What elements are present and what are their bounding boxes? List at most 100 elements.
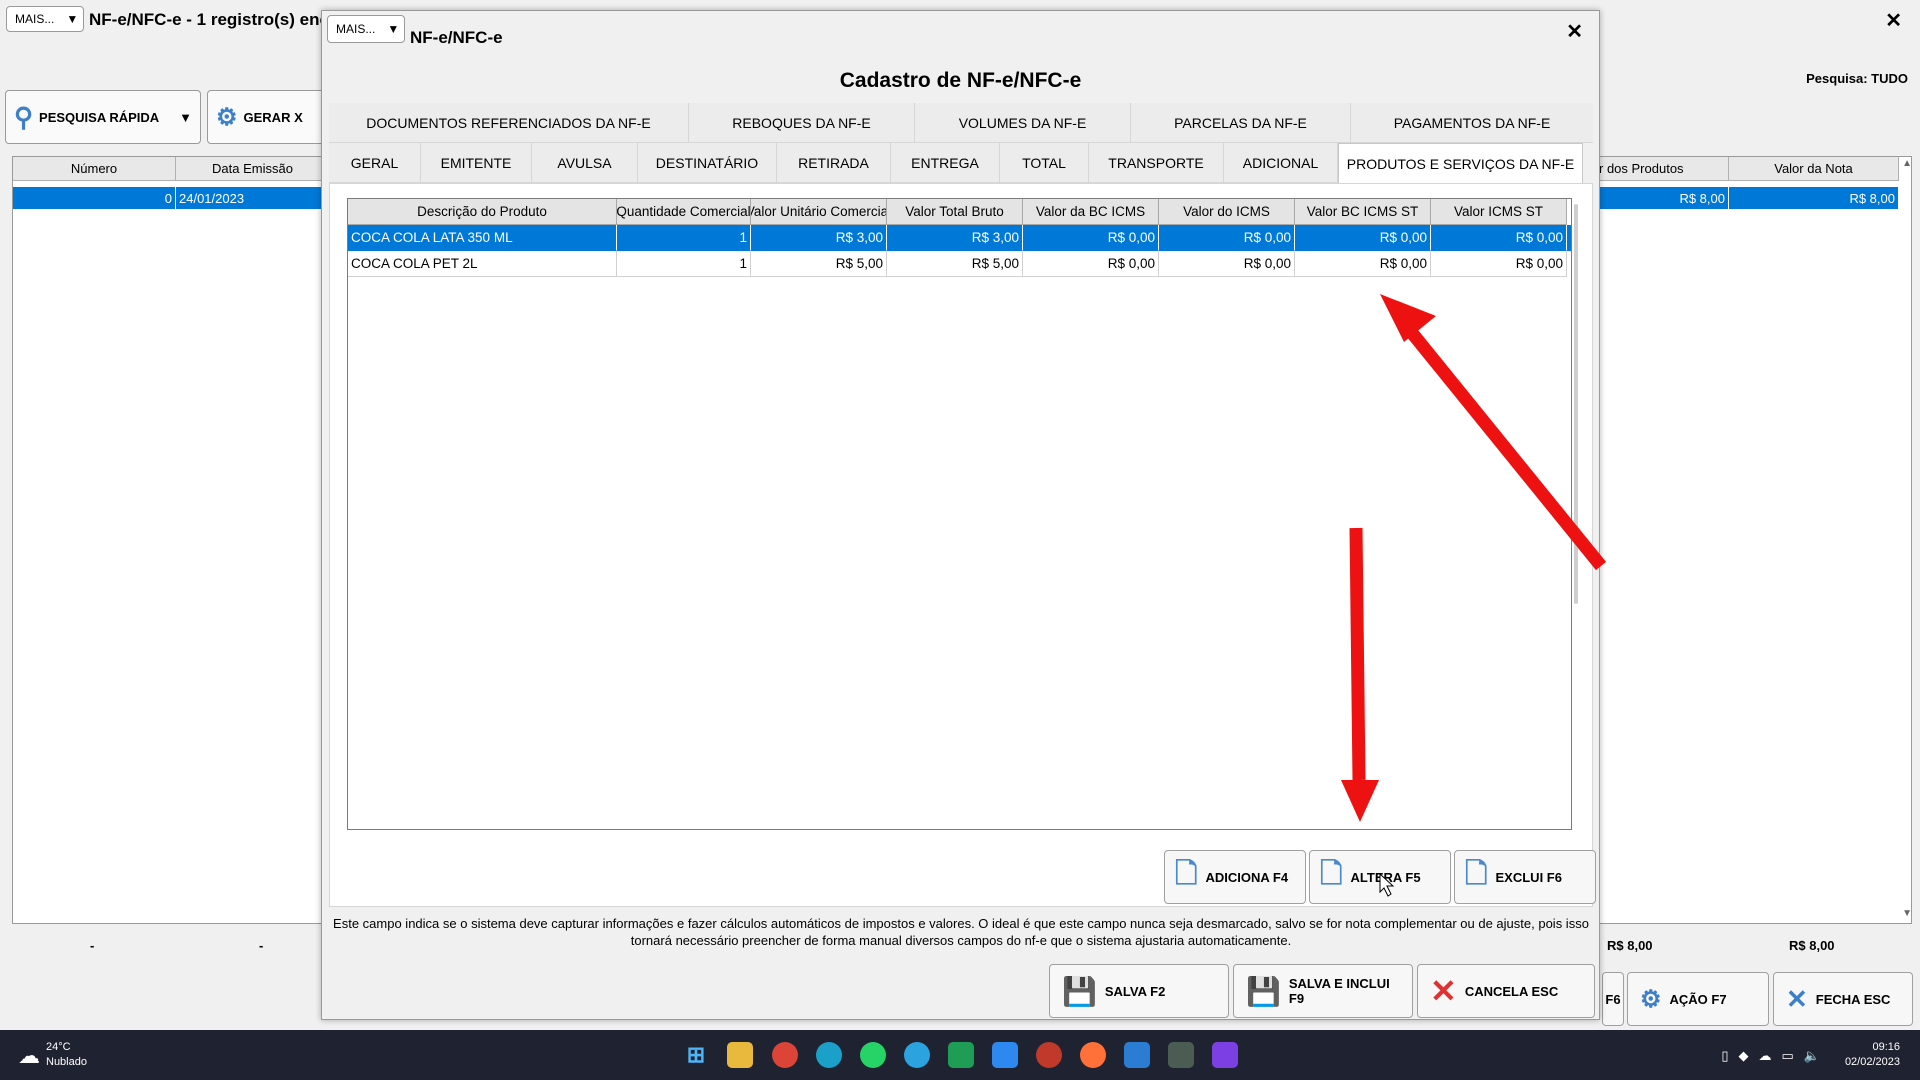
salva-button[interactable]: 💾 SALVA F2 [1049,964,1229,1018]
network-icon: ▭ [1781,1048,1794,1063]
tab-parcelas[interactable]: PARCELAS DA NF-E [1131,103,1351,143]
chrome-icon[interactable] [772,1042,798,1068]
exclui-label: EXCLUI F6 [1495,869,1562,885]
gerar-label: GERAR X [243,109,303,125]
col-valor-nota[interactable]: Valor da Nota [1729,157,1899,181]
col-numero[interactable]: Número [13,157,176,181]
altera-button[interactable]: 🗋 ALTERA F5 [1309,850,1451,904]
whatsapp-icon[interactable] [860,1042,886,1068]
col-valor-bc-icms-st[interactable]: Valor BC ICMS ST [1295,199,1431,225]
tab-entrega[interactable]: ENTREGA [891,143,1000,183]
fecha-button[interactable]: ✕ FECHA ESC [1773,972,1913,1026]
cell-quantidade: 1 [617,225,751,251]
cancela-button[interactable]: ✕ CANCELA ESC [1417,964,1595,1018]
weather-widget[interactable]: ☁ 24°C Nublado [18,1040,87,1070]
tab-destinatario[interactable]: DESTINATÁRIO [638,143,777,183]
bg-close-icon[interactable]: ✕ [1885,8,1902,33]
cell-descricao: COCA COLA PET 2L [348,251,617,277]
search-filter-label: Pesquisa: TUDO [1806,71,1908,86]
tab-avulsa[interactable]: AVULSA [532,143,638,183]
shield-icon: ◆ [1738,1048,1749,1063]
floppy-disk-icon: 💾 [1246,975,1281,1007]
total-dash-2: - [259,938,264,953]
tab-geral[interactable]: GERAL [329,143,421,183]
tab-pagamentos[interactable]: PAGAMENTOS DA NF-E [1351,103,1593,143]
cell-valor-icms: R$ 0,00 [1159,225,1295,251]
usb-icon: ▯ [1721,1048,1729,1063]
cloud-icon: ☁ [18,1042,40,1068]
tab-total[interactable]: TOTAL [1000,143,1089,183]
spreadsheet-icon[interactable] [948,1042,974,1068]
cell-valor-produtos[interactable]: R$ 8,00 [1599,187,1729,209]
tab-adicional[interactable]: ADICIONAL [1224,143,1338,183]
col-data-emissao[interactable]: Data Emissão [176,157,330,181]
col-quantidade[interactable]: Quantidade Comercial [617,199,751,225]
video-editor-icon[interactable] [1212,1042,1238,1068]
cell-valor-icms: R$ 0,00 [1159,251,1295,277]
system-clock[interactable]: 09:16 02/02/2023 [1845,1040,1900,1070]
table-row[interactable]: COCA COLA LATA 350 ML 1 R$ 3,00 R$ 3,00 … [348,225,1571,251]
windows-start-icon[interactable]: ⊞ [683,1042,709,1068]
gear-icon: ⚙ [1640,985,1662,1013]
floppy-disk-icon: 💾 [1062,975,1097,1007]
telegram-icon[interactable] [904,1042,930,1068]
gerar-button[interactable]: ⚙ GERAR X [207,90,327,144]
products-grid[interactable]: Descrição do Produto Quantidade Comercia… [347,198,1572,830]
panel-scrollbar[interactable] [1574,204,1578,604]
tab-reboques[interactable]: REBOQUES DA NF-E [689,103,915,143]
quick-search-button[interactable]: ⚲ PESQUISA RÁPIDA ▼ [5,90,201,144]
dialog-mais-dropdown[interactable]: MAIS... ▼ [327,15,405,43]
cell-valor-unitario: R$ 3,00 [751,225,887,251]
col-valor-icms-st[interactable]: Valor ICMS ST [1431,199,1567,225]
cell-valor-unitario: R$ 5,00 [751,251,887,277]
scroll-down-icon[interactable]: ▼ [1902,908,1912,919]
cell-valor-total-bruto: R$ 5,00 [887,251,1023,277]
cell-numero[interactable]: 0 [13,187,176,209]
dialog-close-icon[interactable]: ✕ [1566,19,1583,44]
scroll-up-icon[interactable]: ▲ [1902,158,1912,169]
col-valor-unitario[interactable]: Valor Unitário Comercial [751,199,887,225]
erp-app-icon[interactable] [1168,1042,1194,1068]
cell-valor-bc-icms-st: R$ 0,00 [1295,225,1431,251]
cell-valor-bc-icms: R$ 0,00 [1023,251,1159,277]
file-explorer-icon[interactable] [727,1042,753,1068]
tab-documentos-referenciados[interactable]: DOCUMENTOS REFERENCIADOS DA NF-E [329,103,689,143]
add-document-icon: 🗋 [1175,858,1198,889]
tab-retirada[interactable]: RETIRADA [777,143,891,183]
tab-produtos-servicos[interactable]: PRODUTOS E SERVIÇOS DA NF-E [1338,143,1583,183]
bg-mais-dropdown[interactable]: MAIS... ▼ [6,6,84,32]
col-descricao[interactable]: Descrição do Produto [348,199,617,225]
exclui-button[interactable]: 🗋 EXCLUI F6 [1454,850,1596,904]
firefox-icon[interactable] [1080,1042,1106,1068]
edge-icon[interactable] [816,1042,842,1068]
table-row[interactable]: COCA COLA PET 2L 1 R$ 5,00 R$ 5,00 R$ 0,… [348,251,1571,277]
tab-volumes[interactable]: VOLUMES DA NF-E [915,103,1131,143]
fecha-label: FECHA ESC [1815,991,1891,1007]
col-valor-total-bruto[interactable]: Valor Total Bruto [887,199,1023,225]
tab-emitente[interactable]: EMITENTE [421,143,532,183]
salva-inclui-button[interactable]: 💾 SALVA E INCLUI F9 [1233,964,1413,1018]
cell-valor-icms-st: R$ 0,00 [1431,225,1567,251]
cell-valor-nota[interactable]: R$ 8,00 [1729,187,1899,209]
acao-button[interactable]: ⚙ AÇÃO F7 [1627,972,1769,1026]
adiciona-button[interactable]: 🗋 ADICIONA F4 [1164,850,1306,904]
tab-transporte[interactable]: TRANSPORTE [1089,143,1224,183]
bg-window-title: NF-e/NFC-e - 1 registro(s) enco [89,10,340,29]
mail-icon[interactable] [992,1042,1018,1068]
dialog-mais-label: MAIS... [336,22,376,36]
cell-descricao: COCA COLA LATA 350 ML [348,225,617,251]
adiciona-label: ADICIONA F4 [1205,869,1289,885]
bg-f6-button[interactable]: F6 [1602,972,1624,1026]
app-icon[interactable] [1036,1042,1062,1068]
tabs-row-1: DOCUMENTOS REFERENCIADOS DA NF-E REBOQUE… [329,103,1593,143]
col-valor-produtos[interactable]: r dos Produtos [1599,157,1729,181]
col-valor-icms[interactable]: Valor do ICMS [1159,199,1295,225]
salva-label: SALVA F2 [1104,983,1166,999]
system-tray[interactable]: ▯ ◆ ☁ ▭ 🔈 [1721,1048,1820,1064]
col-valor-bc-icms[interactable]: Valor da BC ICMS [1023,199,1159,225]
altera-label: ALTERA F5 [1350,869,1421,885]
chevron-down-icon: ▼ [179,109,192,125]
cell-valor-total-bruto: R$ 3,00 [887,225,1023,251]
notepad-icon[interactable] [1124,1042,1150,1068]
cell-data[interactable]: 24/01/2023 [176,187,330,209]
